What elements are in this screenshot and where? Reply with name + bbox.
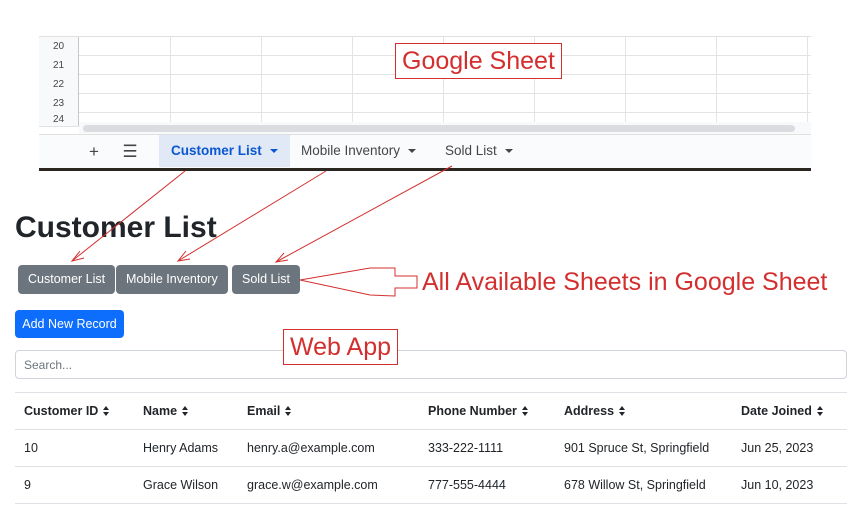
web-app-annotation: Web App — [283, 329, 399, 365]
cell-email: grace.w@example.com — [247, 478, 378, 492]
column-divider — [625, 37, 626, 127]
available-sheets-annotation: All Available Sheets in Google Sheet — [422, 268, 828, 296]
cell-customer-id: 9 — [24, 478, 31, 492]
page-title: Customer List — [15, 211, 217, 244]
sheet-tab-mobile-inventory[interactable]: Mobile Inventory — [289, 135, 428, 167]
sort-icon — [285, 405, 292, 416]
arrow-sold-list — [275, 165, 453, 263]
cell-date-joined: Jun 25, 2023 — [741, 441, 814, 455]
sheet-tab-label: Customer List — [171, 143, 262, 158]
arrowhead — [274, 252, 289, 263]
column-divider — [716, 37, 717, 127]
grid-row: 23 — [39, 94, 811, 113]
table-row: 10 Henry Adams henry.a@example.com 333-2… — [15, 430, 847, 467]
column-header-label: Email — [247, 404, 281, 418]
sheet-tab-customer-list[interactable]: Customer List — [159, 135, 290, 167]
arrowhead — [70, 250, 85, 262]
cell-email: henry.a@example.com — [247, 441, 375, 455]
chevron-down-icon — [504, 149, 513, 154]
sort-icon — [619, 405, 626, 416]
sheet-tab-bar: + ☰ Customer List Mobile Inventory Sold … — [39, 134, 811, 168]
table-header-row: Customer ID Name Email Phone Number Addr… — [15, 393, 847, 430]
chevron-down-icon — [269, 149, 278, 154]
chevron-down-icon — [408, 149, 417, 154]
sheet-tab-sold-list[interactable]: Sold List — [433, 135, 525, 167]
cell-phone-number: 777-555-4444 — [428, 478, 506, 492]
column-header-label: Name — [143, 404, 178, 418]
sort-icon — [521, 405, 529, 416]
column-header-customer-id[interactable]: Customer ID — [15, 393, 110, 430]
column-divider — [352, 37, 353, 127]
sheet-tab-label: Mobile Inventory — [301, 143, 401, 158]
arrow-available-sheets — [299, 267, 418, 297]
customer-table: Customer ID Name Email Phone Number Addr… — [15, 392, 847, 504]
table-row: 9 Grace Wilson grace.w@example.com 777-5… — [15, 467, 847, 504]
cell-name: Grace Wilson — [143, 478, 219, 492]
column-header-phone-number[interactable]: Phone Number — [419, 393, 529, 430]
google-sheet-annotation: Google Sheet — [395, 43, 562, 79]
plus-icon[interactable]: + — [83, 141, 105, 163]
column-header-date-joined[interactable]: Date Joined — [732, 393, 824, 430]
screenshot-root: 20 21 22 23 24 + ☰ Customer List Mobile … — [0, 0, 861, 508]
sort-icon — [816, 405, 824, 416]
row-number: 24 — [39, 113, 79, 126]
search-input[interactable] — [15, 350, 847, 379]
sort-icon — [182, 405, 189, 416]
cell-customer-id: 10 — [24, 441, 38, 455]
sheet-tab-label: Sold List — [445, 143, 497, 158]
horizontal-scrollbar[interactable] — [83, 125, 795, 132]
column-header-label: Customer ID — [24, 404, 99, 418]
column-header-address[interactable]: Address — [555, 393, 626, 430]
add-new-record-button[interactable]: Add New Record — [15, 310, 124, 338]
cell-address: 901 Spruce St, Springfield — [564, 441, 710, 455]
cell-name: Henry Adams — [143, 441, 219, 455]
hamburger-menu-icon[interactable]: ☰ — [119, 141, 141, 163]
row-number: 22 — [39, 75, 79, 94]
column-divider — [807, 37, 808, 127]
column-header-label: Date Joined — [741, 404, 812, 418]
column-header-label: Address — [564, 404, 615, 418]
column-divider — [170, 37, 171, 127]
row-number: 21 — [39, 56, 79, 75]
sort-icon — [103, 405, 110, 416]
sold-list-button[interactable]: Sold List — [232, 265, 300, 294]
cell-phone-number: 333-222-1111 — [428, 441, 504, 455]
cell-address: 678 Willow St, Springfield — [564, 478, 706, 492]
customer-list-button[interactable]: Customer List — [18, 265, 116, 294]
row-number: 20 — [39, 37, 79, 56]
cell-date-joined: Jun 10, 2023 — [741, 478, 814, 492]
taskbar-strip — [39, 168, 811, 171]
column-header-label: Phone Number — [428, 404, 517, 418]
column-header-email[interactable]: Email — [238, 393, 292, 430]
column-header-name[interactable]: Name — [134, 393, 189, 430]
row-number: 23 — [39, 94, 79, 113]
mobile-inventory-button[interactable]: Mobile Inventory — [116, 265, 228, 294]
column-divider — [261, 37, 262, 127]
arrowhead — [176, 250, 191, 262]
